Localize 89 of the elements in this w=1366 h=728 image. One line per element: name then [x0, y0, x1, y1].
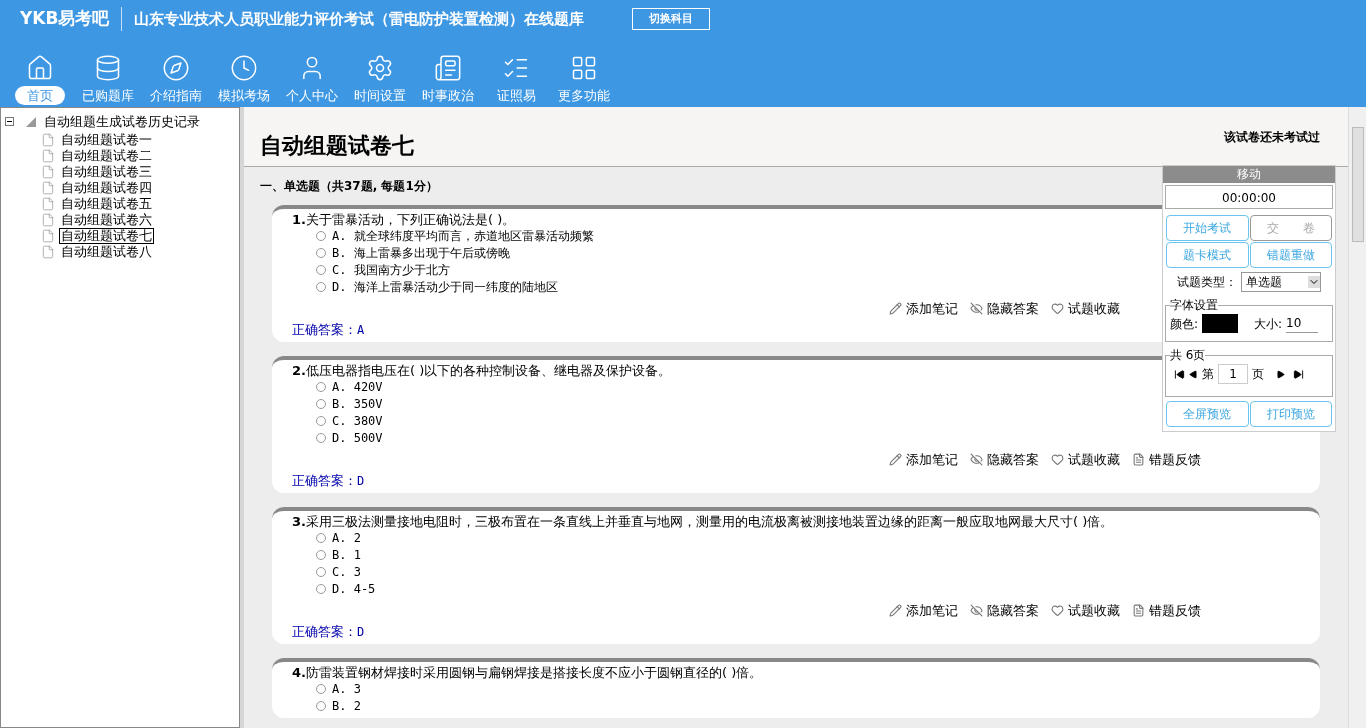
heart-icon: [1051, 452, 1064, 466]
section-heading: 一、单选题（共37题, 每题1分）: [260, 179, 438, 193]
option-text: A. 2: [332, 529, 361, 547]
tree-root[interactable]: 自动组题生成试卷历史记录: [44, 112, 200, 132]
document-icon: [41, 148, 55, 163]
document-icon: [41, 228, 55, 243]
question-text: 1.关于雷暴活动，下列正确说法是( )。: [292, 210, 516, 228]
paper-title: 自动组题试卷七: [260, 132, 414, 160]
tree-item[interactable]: 自动组题试卷三: [59, 164, 154, 179]
correct-answer: 正确答案：D: [292, 471, 365, 490]
page-field[interactable]: 1: [1218, 364, 1248, 384]
pencil-icon: [889, 603, 902, 617]
tree-item[interactable]: 自动组题试卷四: [59, 180, 154, 195]
last-page-icon[interactable]: [1293, 368, 1304, 380]
document-icon: [41, 244, 55, 259]
option-text: D. 500V: [332, 429, 383, 447]
option-text: A. 就全球纬度平均而言，赤道地区雷暴活动频繁: [332, 227, 594, 245]
correct-answer: 正确答案：A: [292, 320, 365, 339]
tree-item[interactable]: 自动组题试卷七: [59, 227, 154, 244]
option-text: C. 380V: [332, 412, 383, 430]
document-icon: [41, 212, 55, 227]
eye-icon: [970, 452, 983, 466]
color-label: 颜色:: [1170, 315, 1199, 333]
question-action[interactable]: 试题收藏: [1068, 299, 1120, 317]
question-action[interactable]: 添加笔记: [906, 299, 958, 317]
question-action[interactable]: 隐藏答案: [987, 601, 1039, 619]
question-text: 4.防雷装置钢材焊接时采用圆钢与扁钢焊接是搭接长度不应小于圆钢直径的( )倍。: [292, 663, 763, 681]
group-legend: 共 6页: [1170, 346, 1206, 364]
size-label: 大小:: [1254, 315, 1283, 333]
color-swatch[interactable]: [1202, 314, 1239, 333]
question-action[interactable]: 添加笔记: [906, 601, 958, 619]
question-text: 3.采用三极法测量接地电阻时，三极布置在一条直线上并垂直与地网，测量用的电流极离被测接地装置边缘的距离一般应取地网最大尺寸( )倍。: [292, 512, 1114, 530]
pencil-icon: [889, 452, 902, 466]
newspaper-icon[interactable]: [434, 53, 462, 82]
option-text: B. 350V: [332, 395, 383, 413]
scrollbar[interactable]: [1348, 107, 1366, 728]
document-icon: [41, 132, 55, 147]
option-text: B. 1: [332, 546, 361, 564]
option-text: C. 3: [332, 563, 361, 581]
document-icon: [41, 180, 55, 195]
question-action[interactable]: 错题反馈: [1149, 601, 1201, 619]
type-select[interactable]: 单选题: [1241, 272, 1321, 292]
option-text: D. 4-5: [332, 580, 376, 598]
pencil-icon: [889, 301, 902, 315]
compass-icon[interactable]: [162, 53, 190, 82]
clock-icon[interactable]: [230, 53, 258, 82]
type-label: 试题类型：: [1177, 274, 1237, 291]
option-text: A. 3: [332, 680, 361, 698]
question-action[interactable]: 试题收藏: [1068, 601, 1120, 619]
heart-icon: [1051, 603, 1064, 617]
exam-status: 该试卷还未考试过: [1224, 129, 1320, 146]
next-page-icon[interactable]: [1276, 369, 1285, 379]
group-legend: 字体设置: [1170, 296, 1218, 314]
logo: YKB易考吧: [20, 7, 110, 31]
question-action[interactable]: 试题收藏: [1068, 450, 1120, 468]
option-text: B. 海上雷暴多出现于午后或傍晚: [332, 244, 510, 262]
correct-answer: 正确答案：D: [292, 622, 365, 641]
option-text: B. 2: [332, 697, 361, 715]
collapse-toggle[interactable]: [5, 117, 14, 127]
eye-icon: [970, 301, 983, 315]
option-text: C. 我国南方少于北方: [332, 261, 450, 279]
question-action[interactable]: 隐藏答案: [987, 299, 1039, 317]
question-action[interactable]: 隐藏答案: [987, 450, 1039, 468]
document-icon: [41, 196, 55, 211]
document-icon: [41, 164, 55, 179]
size-field[interactable]: 10: [1286, 314, 1319, 333]
eye-icon: [970, 603, 983, 617]
page-suffix: 页: [1252, 366, 1264, 383]
tree-item[interactable]: 自动组题试卷八: [59, 244, 154, 259]
tree-item[interactable]: 自动组题试卷六: [59, 212, 154, 227]
tree-item[interactable]: 自动组题试卷一: [59, 132, 154, 147]
first-page-icon[interactable]: [1174, 368, 1185, 380]
document-icon: [1132, 603, 1145, 617]
option-text: A. 420V: [332, 378, 383, 396]
app-title: 山东专业技术人员职业能力评价考试（雷电防护装置检测）在线题库: [134, 8, 585, 30]
document-icon: [1132, 452, 1145, 466]
tree-item[interactable]: 自动组题试卷二: [59, 148, 154, 163]
question-action[interactable]: 添加笔记: [906, 450, 958, 468]
question-action[interactable]: 错题反馈: [1149, 450, 1201, 468]
page-prefix: 第: [1202, 366, 1214, 383]
previous-page-icon[interactable]: [1189, 369, 1198, 379]
database-icon[interactable]: [94, 53, 122, 82]
home-icon[interactable]: [26, 53, 54, 82]
option-text: D. 海洋上雷暴活动少于同一纬度的陆地区: [332, 278, 558, 296]
tree-item[interactable]: 自动组题试卷五: [59, 196, 154, 211]
heart-icon: [1051, 301, 1064, 315]
timer: 00:00:00: [1165, 185, 1333, 209]
question-text: 2.低压电器指电压在( )以下的各种控制设备、继电器及保护设备。: [292, 361, 672, 379]
settings-icon[interactable]: [366, 53, 394, 82]
